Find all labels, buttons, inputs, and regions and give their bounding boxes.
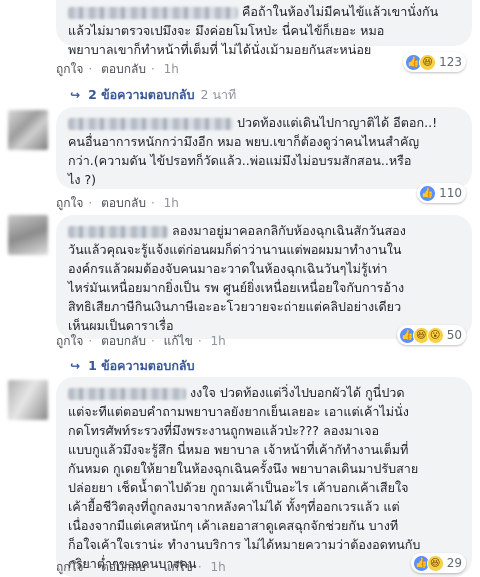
like-link[interactable]: ถูกใจ: [56, 196, 83, 210]
edited-link[interactable]: แก้ไข: [164, 334, 193, 348]
comment-time[interactable]: 1h: [164, 196, 179, 210]
comment-text-line: กันหมด กูเดยให้ยายในห้องฉุกเฉินครั้งนึง …: [68, 461, 419, 476]
reply-link[interactable]: ตอบกลับ: [101, 196, 146, 210]
avatar[interactable]: [8, 380, 48, 420]
commenter-name[interactable]: [68, 6, 238, 19]
comment-text-line: ปวดท้องแต่เดินไปกาญาติได้ อีตอก..!: [68, 113, 460, 132]
replies-count-label: 1 ข้อความตอบกลับ: [88, 358, 195, 373]
comment-text-line: ปล่อยยา เช็ดน้ำตาไปด้วย กูถามเค้าเป็นอะไ…: [68, 480, 409, 495]
like-reaction-icon: 👍: [419, 184, 437, 202]
avatar[interactable]: [8, 215, 48, 255]
like-link[interactable]: ถูกใจ: [56, 334, 83, 348]
reply-link[interactable]: ตอบกลับ: [101, 560, 146, 574]
haha-reaction-icon: 😆: [419, 53, 437, 71]
comment-text-line: ก็อใจเค้าใจเราน่ะ ทำงานบริการ ไม่ได้หมาย…: [68, 537, 421, 552]
comment-bubble: ปวดท้องแต่เดินไปกาญาติได้ อีตอก..! คนอื่…: [56, 107, 472, 189]
replies-count-label: 2 ข้อความตอบกลับ: [88, 87, 195, 102]
comment-actions: ถูกใจ · ตอบกลับ · 1h: [56, 62, 179, 76]
reaction-count: 29: [446, 556, 462, 570]
like-link[interactable]: ถูกใจ: [56, 62, 83, 76]
comment-time[interactable]: 1h: [211, 560, 226, 574]
reaction-count: 123: [439, 55, 462, 69]
reply-link[interactable]: ตอบกลับ: [101, 62, 146, 76]
commenter-name[interactable]: [68, 387, 186, 400]
like-link[interactable]: ถูกใจ: [56, 560, 83, 574]
reply-time: 2 นาที: [200, 87, 237, 102]
comment-text-line: วันแล้วคุณจะรู้แจ้งแต่ก่อนผมก็ด่าว่านานแ…: [68, 242, 402, 257]
comment-text-line: กดโทรศัพท์ระรวงที่มึงพระงานถูกพอแล้วป่ะ?…: [68, 423, 380, 438]
comment-text-line: ไง ?): [68, 172, 97, 187]
comment-text-line: แล้วไม่มาตรวจเปมึงจะ มึงค่อยโมโหป่ะ นี่ค…: [68, 23, 385, 38]
comment-text-line: แต่จะทีแต่ตอบคำถามพยาบาลยังยากเย็นเลยอะ …: [68, 404, 409, 419]
view-replies-link[interactable]: ↩ 2 ข้อความตอบกลับ 2 นาที: [70, 85, 236, 105]
reaction-summary[interactable]: 👍 😆 123: [403, 52, 466, 72]
reaction-count: 110: [439, 186, 462, 200]
reaction-summary[interactable]: 👍 😆 29: [410, 553, 466, 573]
reaction-summary[interactable]: 👍 110: [417, 183, 466, 203]
comment-actions: ถูกใจ · ตอบกลับ · 1h: [56, 196, 179, 210]
comment-bubble: ลองมาอยู่มาคอลกลิกับห้องฉุกเฉินสักวันสอง…: [56, 215, 472, 339]
avatar[interactable]: [8, 110, 48, 150]
reaction-summary[interactable]: 👍 😆 😮 50: [396, 325, 466, 345]
reply-arrow-icon: ↩: [70, 88, 81, 102]
haha-reaction-icon: 😆: [426, 554, 444, 572]
comment-text-line: คนอื่นอาการหนักกว่ามึงอีก หมอ พยบ.เขาก็ต…: [68, 134, 420, 149]
commenter-name[interactable]: [68, 117, 233, 130]
reply-link[interactable]: ตอบกลับ: [101, 334, 146, 348]
comment-text-line: พยาบาลเขาก็ทำหน้าที่เต็มที่ ไม่ได้นั่งเม…: [68, 42, 372, 57]
comment-text-line: ไหร่มันเหนื่อยมากยิ่งเป็น รพ ศูนย์ยิ่งเห…: [68, 280, 405, 295]
comment-text-line: กว่า.(ความดัน ไข้ปรอทก็วัดแล้ว..พ่อแม่มึ…: [68, 153, 412, 168]
comment-text-line: ลองมาอยู่มาคอลกลิกับห้องฉุกเฉินสักวันสอง: [68, 221, 460, 240]
reply-arrow-icon: ↩: [70, 359, 81, 373]
comment-text-line: คือถ้าในห้องไม่มีคนไข้แล้วเขานั่งกัน: [68, 2, 460, 21]
reaction-count: 50: [446, 328, 462, 342]
comment-text-line: สิทธิเสียภาษีกินเงินภาษีเอะอะโวยวายจะถ่า…: [68, 299, 402, 314]
edited-link[interactable]: แก้ไข: [164, 560, 193, 574]
comment-actions: ถูกใจ · ตอบกลับ · แก้ไข · 1h: [56, 334, 226, 348]
comment-bubble: งงใจ ปวดท้องแต่วิ่งไปบอกผัวได้ กูนี่ปวด …: [56, 377, 472, 577]
comment-text-line: แบบกูแล้วมึงจะรู้สึก นี่หมอ พยาบาล เจ้าห…: [68, 442, 409, 457]
commenter-name[interactable]: [68, 225, 168, 238]
comment-time[interactable]: 1h: [211, 334, 226, 348]
comment-text-line: งงใจ ปวดท้องแต่วิ่งไปบอกผัวได้ กูนี่ปวด: [68, 383, 460, 402]
comment-text-line: เนื่องจากมีแต่เคสหนักๆ เค้าเลยอาสาดูเคสฉ…: [68, 518, 399, 533]
comment-text-line: เค้ายื้อชีวิตลุงที่ถูกลงมาจากหลังคาไม่ได…: [68, 499, 400, 514]
comment-bubble: คือถ้าในห้องไม่มีคนไข้แล้วเขานั่งกัน แล้…: [56, 0, 472, 57]
comment-text-line: องค์กรแล้วผมต้องจับคนมาอะวาดในห้องฉุกเฉิ…: [68, 261, 388, 276]
wow-reaction-icon: 😮: [426, 326, 444, 344]
view-replies-link[interactable]: ↩ 1 ข้อความตอบกลับ: [70, 356, 195, 376]
comment-time[interactable]: 1h: [164, 62, 179, 76]
comment-actions: ถูกใจ · ตอบกลับ · แก้ไข · 1h: [56, 560, 226, 574]
